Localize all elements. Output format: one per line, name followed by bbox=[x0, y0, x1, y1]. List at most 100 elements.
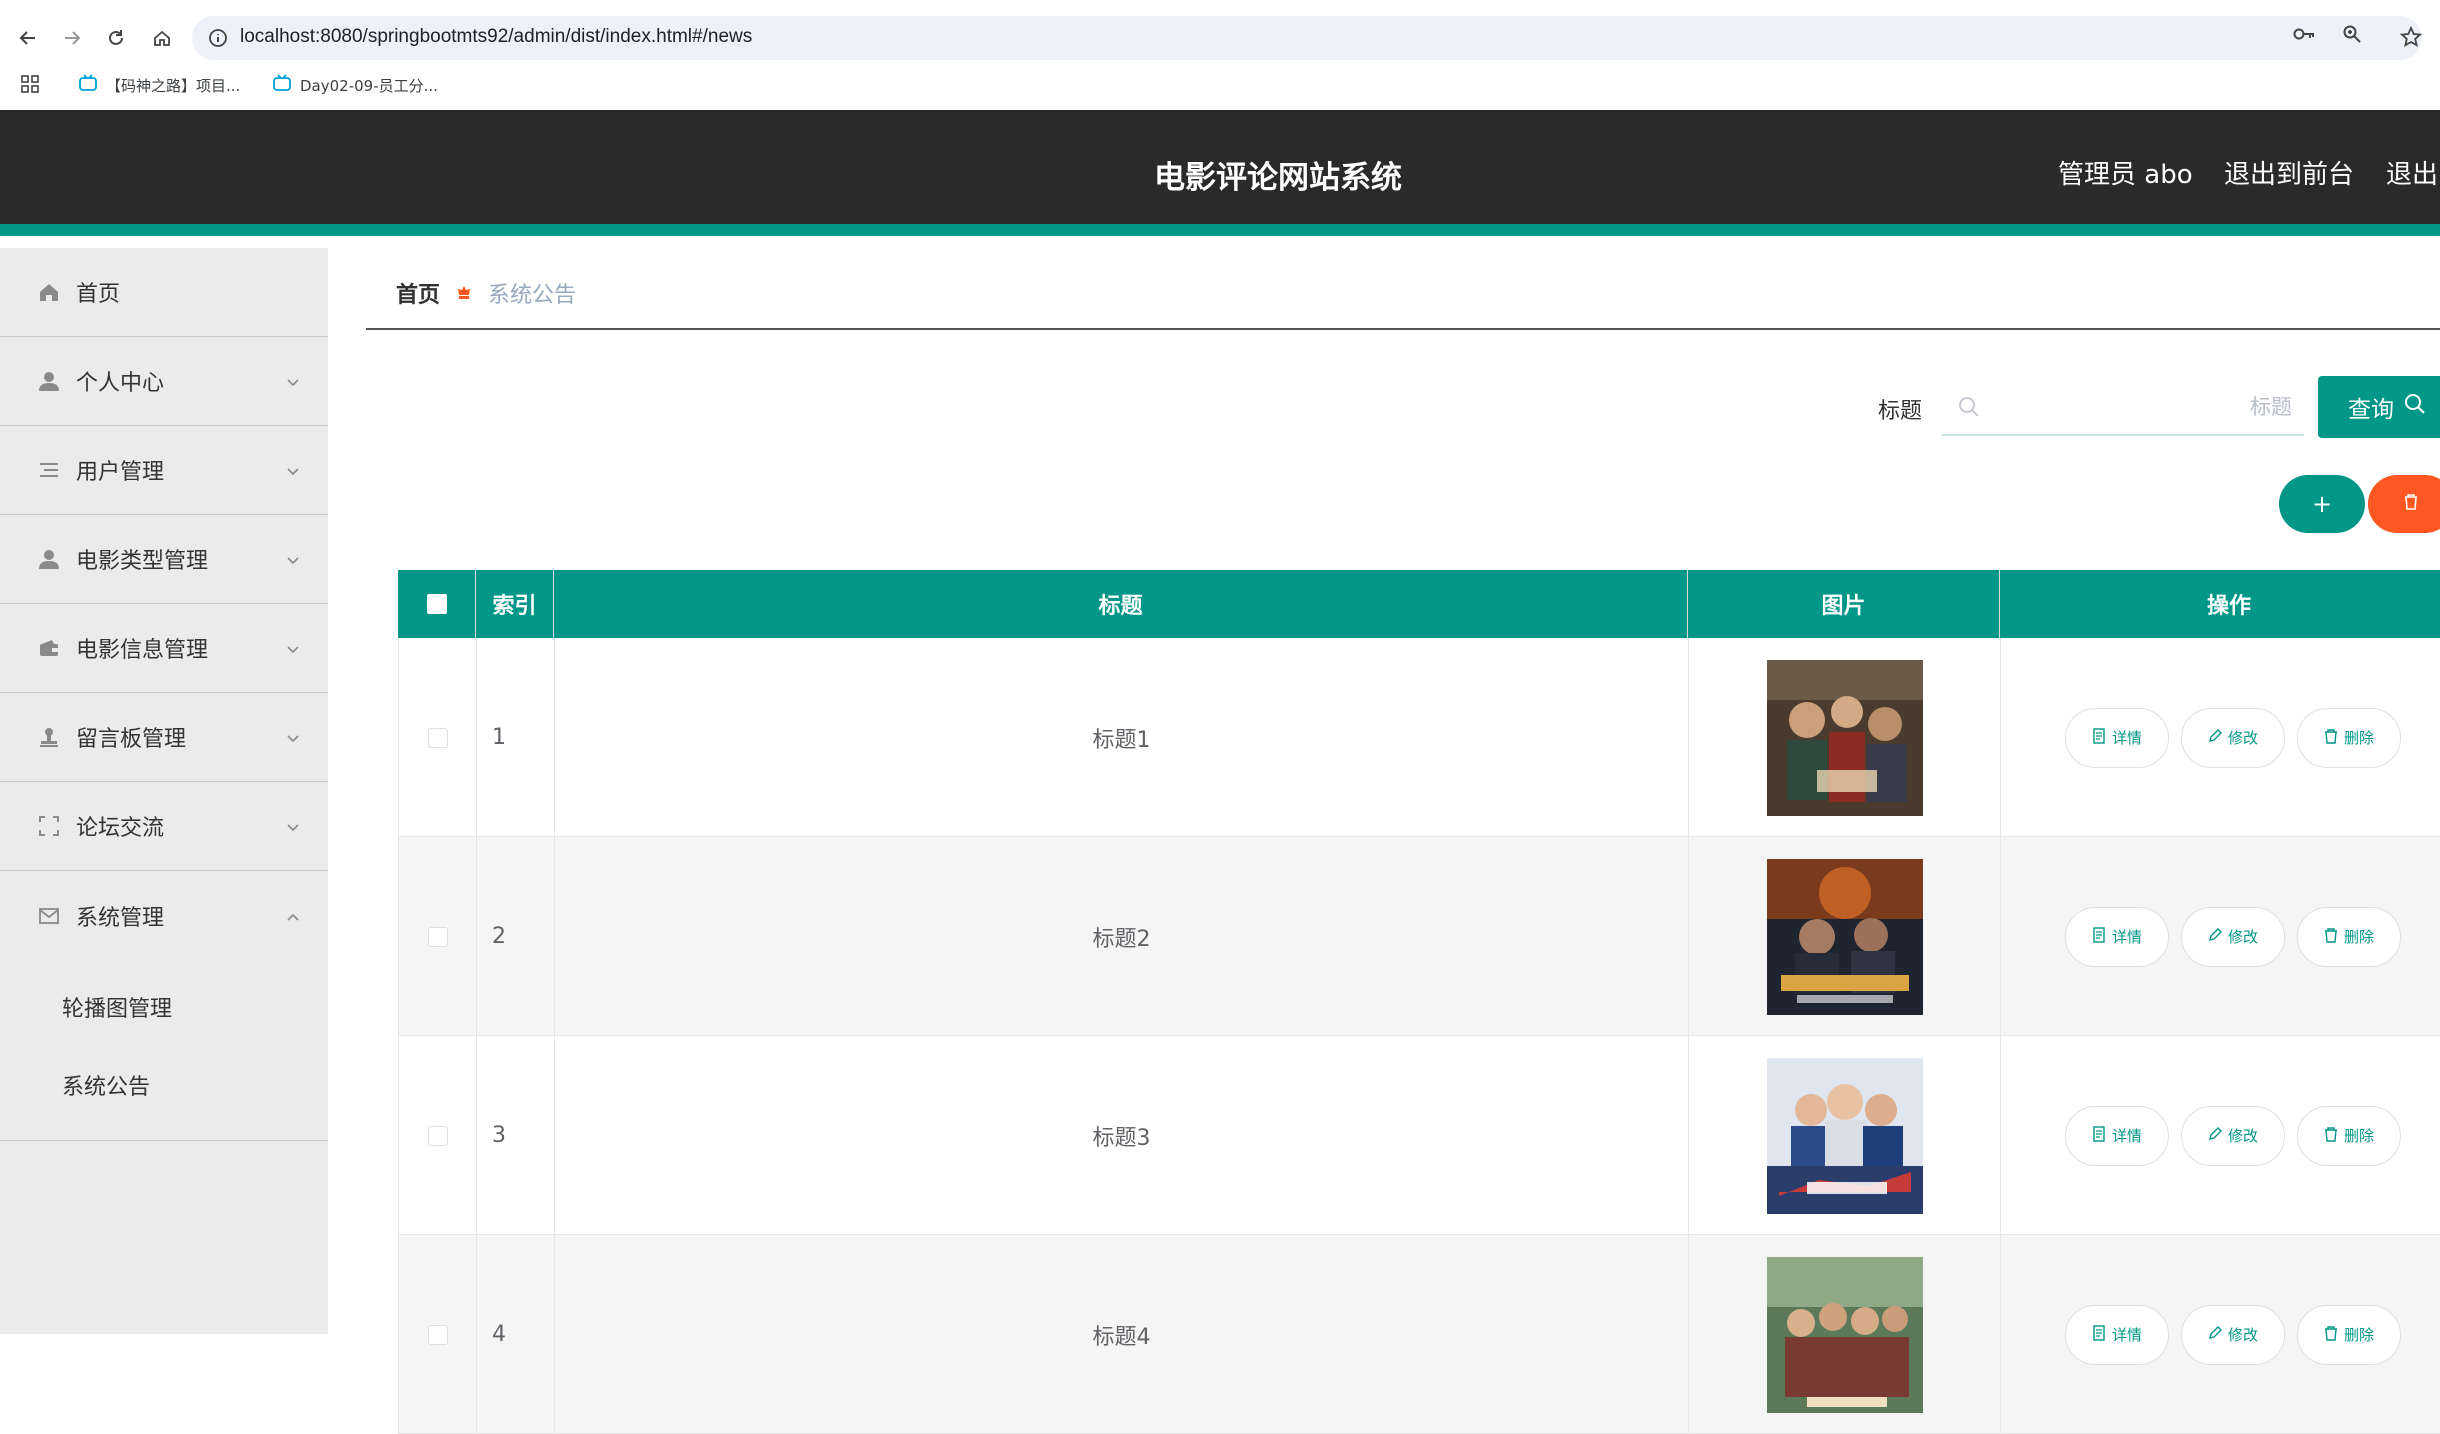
column-header-title: 标题 bbox=[554, 570, 1688, 638]
edit-icon bbox=[2208, 1325, 2222, 1344]
bookmark-item[interactable]: 【码神之路】项目... bbox=[78, 74, 240, 96]
system-submenu: 轮播图管理 系统公告 bbox=[0, 960, 328, 1141]
edit-button[interactable]: 修改 bbox=[2181, 1304, 2285, 1365]
bookmark-label: 【码神之路】项目... bbox=[106, 76, 241, 95]
breadcrumb-home[interactable]: 首页 bbox=[396, 277, 440, 309]
sidebar-item-label: 留言板管理 bbox=[76, 727, 187, 752]
detail-button[interactable]: 详情 bbox=[2065, 707, 2169, 768]
query-button[interactable]: 查询 bbox=[2318, 376, 2440, 438]
home-browser-icon[interactable] bbox=[146, 22, 178, 54]
row-checkbox[interactable] bbox=[427, 1125, 448, 1146]
key-icon[interactable] bbox=[2292, 24, 2316, 48]
address-bar-icons bbox=[2292, 24, 2362, 48]
sidebar-item-home[interactable]: 首页 bbox=[0, 248, 328, 337]
edit-label: 修改 bbox=[2227, 729, 2258, 747]
sidebar-subitem-carousel[interactable]: 轮播图管理 bbox=[0, 968, 328, 1046]
detail-button[interactable]: 详情 bbox=[2065, 1304, 2169, 1365]
column-header-actions: 操作 bbox=[2206, 594, 2251, 619]
sidebar-item-guestbook[interactable]: 留言板管理 bbox=[0, 693, 328, 782]
detail-label: 详情 bbox=[2111, 729, 2142, 747]
edit-label: 修改 bbox=[2227, 1326, 2258, 1344]
edit-icon bbox=[2208, 728, 2222, 747]
sidebar-item-label: 电影类型管理 bbox=[76, 549, 209, 574]
apps-icon[interactable] bbox=[20, 74, 40, 94]
logout-link[interactable]: 退出 bbox=[2386, 154, 2438, 191]
sidebar: 首页 个人中心 用户管理 电影类型管理 电影信息管理 留言板管理 论坛交流 系统… bbox=[0, 248, 328, 1334]
chevron-up-icon bbox=[286, 905, 300, 930]
user-icon bbox=[36, 368, 62, 394]
delete-button[interactable]: 删除 bbox=[2297, 1105, 2401, 1166]
bilibili-icon bbox=[78, 74, 98, 96]
edit-icon bbox=[2208, 1126, 2222, 1145]
bookmark-item[interactable]: Day02-09-员工分... bbox=[272, 74, 438, 96]
trash-icon bbox=[2324, 1126, 2338, 1146]
trash-icon bbox=[2403, 493, 2419, 515]
table-row: 3 标题3 详情 修改 删除 bbox=[398, 1036, 2440, 1235]
select-all-cell bbox=[398, 570, 476, 638]
sidebar-item-users[interactable]: 用户管理 bbox=[0, 426, 328, 515]
detail-label: 详情 bbox=[2111, 1127, 2142, 1145]
browser-toolbar: localhost:8080/springbootmts92/admin/dis… bbox=[0, 14, 2440, 62]
chevron-down-icon bbox=[286, 816, 300, 841]
row-image-cell bbox=[1689, 1235, 2001, 1434]
chevron-down-icon bbox=[286, 549, 300, 574]
delete-label: 删除 bbox=[2343, 729, 2374, 747]
site-info-icon[interactable] bbox=[208, 28, 228, 52]
search-field bbox=[1942, 378, 2304, 436]
add-button-label: + bbox=[2311, 490, 2333, 518]
add-button[interactable]: + bbox=[2279, 475, 2365, 533]
delete-button[interactable]: 删除 bbox=[2297, 707, 2401, 768]
sidebar-item-movie-info[interactable]: 电影信息管理 bbox=[0, 604, 328, 693]
bilibili-icon bbox=[272, 74, 292, 96]
search-input[interactable] bbox=[1992, 388, 2292, 428]
detail-button[interactable]: 详情 bbox=[2065, 906, 2169, 967]
edit-button[interactable]: 修改 bbox=[2181, 906, 2285, 967]
row-checkbox[interactable] bbox=[427, 727, 448, 748]
row-title: 标题4 bbox=[555, 1235, 1689, 1434]
row-image-cell bbox=[1689, 638, 2001, 837]
announcement-table: 索引 标题 图片 操作 1 标题1 详情 修改 删除 2 标题2 详情 修改 删… bbox=[398, 570, 2440, 1434]
trash-icon bbox=[2324, 927, 2338, 947]
sidebar-item-profile[interactable]: 个人中心 bbox=[0, 337, 328, 426]
delete-button[interactable]: 删除 bbox=[2297, 1304, 2401, 1365]
movie-poster-image bbox=[1766, 659, 1923, 816]
document-icon bbox=[2092, 1324, 2106, 1345]
bookmark-star-icon[interactable] bbox=[2399, 25, 2423, 52]
sidebar-item-movie-types[interactable]: 电影类型管理 bbox=[0, 515, 328, 604]
row-image-cell bbox=[1689, 837, 2001, 1036]
row-checkbox-cell bbox=[399, 837, 477, 1036]
edit-button[interactable]: 修改 bbox=[2181, 1105, 2285, 1166]
frame-icon bbox=[36, 813, 62, 839]
sidebar-item-forum[interactable]: 论坛交流 bbox=[0, 782, 328, 871]
breadcrumb: 首页 系统公告 bbox=[366, 258, 2440, 330]
chevron-down-icon bbox=[286, 371, 300, 396]
current-user: 管理员 abo bbox=[2058, 160, 2193, 190]
row-actions: 详情 修改 删除 bbox=[2001, 638, 2440, 837]
list-icon bbox=[36, 457, 62, 483]
column-header-image: 图片 bbox=[1688, 570, 2000, 638]
stamp-icon bbox=[36, 724, 62, 750]
edit-button[interactable]: 修改 bbox=[2181, 707, 2285, 768]
batch-delete-button[interactable] bbox=[2368, 475, 2440, 533]
back-icon[interactable] bbox=[12, 22, 44, 54]
sidebar-item-system[interactable]: 系统管理 bbox=[0, 871, 328, 960]
zoom-icon[interactable] bbox=[2342, 24, 2362, 48]
select-all-checkbox[interactable] bbox=[426, 594, 447, 614]
reload-icon[interactable] bbox=[100, 22, 132, 54]
row-actions: 详情 修改 删除 bbox=[2001, 1036, 2440, 1235]
address-bar[interactable]: localhost:8080/springbootmts92/admin/dis… bbox=[192, 16, 2423, 60]
forward-icon[interactable] bbox=[56, 22, 88, 54]
row-checkbox[interactable] bbox=[427, 1324, 448, 1345]
edit-label: 修改 bbox=[2227, 1127, 2258, 1145]
sidebar-item-label: 用户管理 bbox=[76, 460, 165, 485]
sidebar-subitem-announcement[interactable]: 系统公告 bbox=[0, 1046, 328, 1124]
row-checkbox[interactable] bbox=[427, 926, 448, 947]
row-checkbox-cell bbox=[399, 638, 477, 837]
row-index: 4 bbox=[477, 1235, 555, 1434]
detail-button[interactable]: 详情 bbox=[2065, 1105, 2169, 1166]
detail-label: 详情 bbox=[2111, 928, 2142, 946]
row-actions: 详情 修改 删除 bbox=[2001, 1235, 2440, 1434]
exit-to-front-link[interactable]: 退出到前台 bbox=[2224, 154, 2354, 191]
table-row: 1 标题1 详情 修改 删除 bbox=[398, 638, 2440, 837]
delete-button[interactable]: 删除 bbox=[2297, 906, 2401, 967]
